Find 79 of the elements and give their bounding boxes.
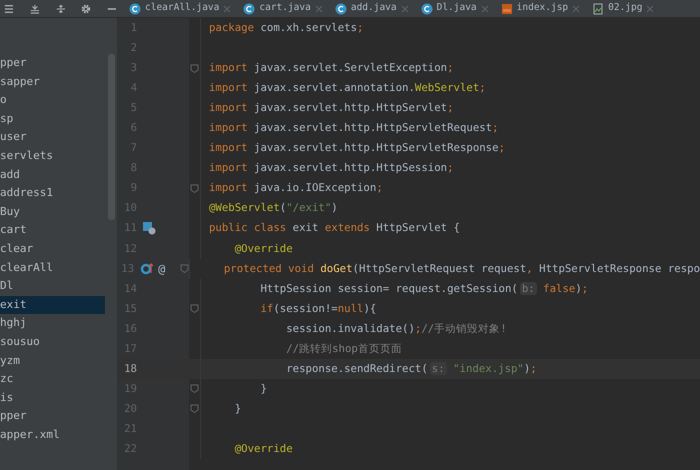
fold-marker-icon: [190, 384, 199, 394]
tree-item[interactable]: o: [0, 91, 105, 110]
scroll-icon[interactable]: [56, 2, 66, 14]
code-line: import javax.servlet.http.HttpSession;: [208, 160, 454, 176]
tree-item[interactable]: is: [0, 388, 105, 408]
tree-item[interactable]: user: [0, 128, 105, 147]
file-tab[interactable]: add.java: [330, 0, 413, 17]
fold-marker-icon: [190, 404, 199, 414]
class-icon: [334, 2, 347, 14]
file-tab[interactable]: 02.jpg: [588, 0, 658, 17]
close-icon: [223, 4, 232, 12]
class-icon: [243, 2, 256, 14]
file-tab[interactable]: Dl.java: [416, 0, 493, 17]
tree-item[interactable]: sp: [0, 110, 105, 128]
code-line: session.invalidate();//手动销毁对象!: [285, 320, 507, 337]
fold-marker-icon: [190, 184, 199, 193]
close-icon: [480, 4, 489, 12]
settings-icon[interactable]: [81, 2, 92, 14]
code-line: @Override: [234, 240, 293, 257]
code-line: package com.xh.servlets;: [208, 20, 364, 36]
tree-item[interactable]: clearAll: [0, 258, 105, 278]
tree-item[interactable]: exit: [0, 296, 105, 314]
image-file-icon: [592, 2, 604, 14]
tab-label: 02.jpg: [608, 1, 642, 16]
tree-item[interactable]: servlets: [0, 146, 105, 166]
code-line: HttpSession session= request.getSession( b: false);: [259, 280, 588, 297]
tab-label: Dl.java: [436, 1, 477, 16]
tree-item[interactable]: sapper: [0, 72, 105, 92]
code-line: protected void doGet(HttpServletRequest request, HttpServletResponse respo: [222, 260, 700, 277]
code-line: if(session!=null){: [259, 300, 376, 317]
code-line: //跳转到shop首页页面: [285, 340, 402, 357]
class-icon: [420, 2, 433, 14]
tree-item[interactable]: address1: [0, 184, 105, 203]
code-line: import javax.servlet.http.HttpServlet;: [208, 100, 454, 116]
tree-item[interactable]: apper.xml: [0, 426, 105, 444]
jsp-file-icon: [500, 2, 513, 14]
code-line: }: [259, 380, 267, 397]
tab-label: clearAll.java: [145, 1, 220, 16]
tree-item[interactable]: Buy: [0, 202, 105, 222]
close-icon: [400, 4, 409, 12]
gutter-symbol[interactable]: @: [158, 258, 166, 279]
tree-item[interactable]: pper: [0, 407, 105, 426]
close-icon: [646, 4, 654, 12]
code-line: response.sendRedirect( s: "index.jsp");: [285, 360, 537, 377]
tree-item[interactable]: Dl: [0, 277, 105, 296]
code-line: @WebServlet("/exit"): [208, 200, 338, 216]
expand-icon[interactable]: [30, 2, 40, 14]
tree-item[interactable]: yzm: [0, 352, 105, 370]
override-gutter-icon: [140, 262, 154, 276]
code-line: }: [234, 400, 242, 417]
code-line: public class exit extends HttpServlet {: [208, 220, 460, 236]
tree-item[interactable]: add: [0, 166, 105, 184]
tree-item[interactable]: hghj: [0, 314, 105, 333]
code-line: @Override: [234, 440, 293, 457]
tree-item[interactable]: cart: [0, 221, 105, 240]
fold-marker-icon: [190, 64, 199, 73]
tab-label: cart.java: [259, 1, 311, 16]
fold-marker-icon: [190, 304, 199, 314]
code-line: import java.io.IOException;: [208, 180, 383, 196]
file-tab[interactable]: index.jsp: [496, 0, 584, 17]
code-line: import javax.servlet.http.HttpServletResponse;: [208, 140, 505, 156]
class-icon: [129, 2, 141, 14]
tree-item[interactable]: zc: [0, 370, 105, 389]
tree-item[interactable]: sousuo: [0, 332, 105, 352]
class-gutter-icon: [143, 222, 157, 235]
tree-item[interactable]: pper: [0, 54, 105, 73]
code-line: import javax.servlet.http.HttpServletRequest;: [208, 120, 499, 136]
collapse-icon[interactable]: [4, 2, 14, 14]
code-line: import javax.servlet.ServletException;: [208, 60, 454, 76]
tab-label: index.jsp: [516, 1, 568, 16]
file-tab[interactable]: cart.java: [239, 0, 327, 17]
tree-item[interactable]: clear: [0, 240, 105, 259]
close-icon: [314, 4, 323, 12]
tab-label: add.java: [350, 1, 397, 16]
file-tab[interactable]: clearAll.java: [125, 0, 236, 17]
fold-marker-icon: [180, 264, 189, 274]
code-line: import javax.servlet.annotation.WebServlet;: [208, 80, 486, 96]
line-number: 18: [123, 360, 137, 377]
close-icon: [572, 4, 580, 12]
